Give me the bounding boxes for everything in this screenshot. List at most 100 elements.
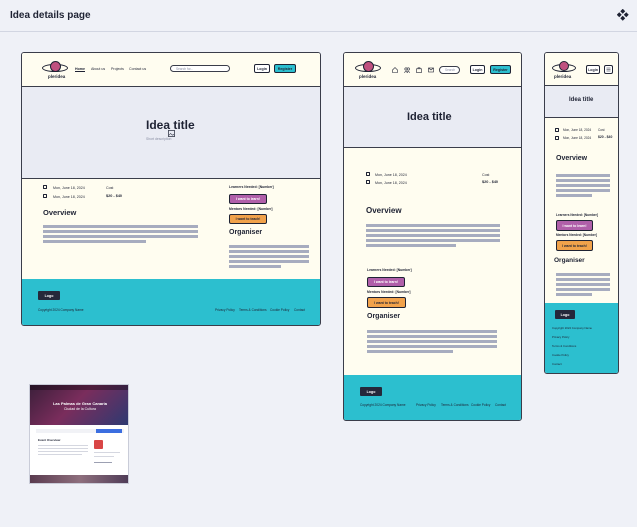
logo-text: pleridea xyxy=(48,74,66,79)
privacy-link[interactable]: Privacy Policy xyxy=(215,308,235,312)
logo-text: pleridea xyxy=(554,74,572,79)
text-placeholder xyxy=(556,288,610,291)
text-placeholder xyxy=(366,244,456,247)
cookie-link[interactable]: Cookie Policy xyxy=(552,353,569,357)
teach-button[interactable]: I want to teach! xyxy=(556,240,593,251)
text-placeholder xyxy=(556,179,610,182)
text-placeholder xyxy=(229,265,281,268)
home-icon[interactable] xyxy=(392,67,398,73)
organiser-heading: Organiser xyxy=(554,257,585,264)
briefcase-icon[interactable] xyxy=(416,67,422,73)
text-placeholder xyxy=(94,452,120,454)
diamond-grid-icon[interactable] xyxy=(617,9,629,21)
text-placeholder xyxy=(367,330,497,333)
reference-thumbnail[interactable]: Las Palmas de Gran Canaria Ciudad de la … xyxy=(29,384,129,484)
thumb-cta xyxy=(96,429,122,433)
text-placeholder xyxy=(366,229,500,232)
nav-projects[interactable]: Projects xyxy=(111,67,124,71)
register-button[interactable]: Register xyxy=(274,64,296,73)
learn-button[interactable]: I want to learn! xyxy=(367,277,405,287)
text-placeholder xyxy=(367,335,497,338)
contact-link[interactable]: Contact xyxy=(495,403,506,407)
cost-range: $20 - $40 xyxy=(598,135,613,139)
terms-link[interactable]: Terms & Conditions xyxy=(552,344,576,348)
footer: Logo Copyright 2024 Company Name Privacy… xyxy=(545,303,618,373)
cookie-link[interactable]: Cookie Policy xyxy=(270,308,289,312)
learners-needed: Learners Needed: [Number] xyxy=(556,213,598,217)
register-button[interactable]: Register xyxy=(490,65,511,74)
desktop-nav: pleridea Home About us Projects Contact … xyxy=(22,53,320,87)
desktop-frame: pleridea Home About us Projects Contact … xyxy=(21,52,321,326)
overview-heading: Overview xyxy=(556,155,588,162)
footer-logo[interactable]: Logo xyxy=(555,310,575,319)
mail-icon[interactable] xyxy=(428,67,434,73)
thumb-footer-image xyxy=(30,475,128,483)
start-date: Mon, June 18, 2024 xyxy=(375,173,407,177)
teach-button[interactable]: I want to teach! xyxy=(229,214,267,224)
nav-home[interactable]: Home xyxy=(75,67,85,72)
learn-button[interactable]: I want to learn! xyxy=(229,194,267,204)
mentors-needed: Mentors Needed: [Number] xyxy=(229,207,273,211)
text-placeholder xyxy=(367,345,497,348)
calendar-icon xyxy=(366,180,370,184)
login-button[interactable]: Login xyxy=(586,65,600,74)
calendar-icon xyxy=(43,194,47,198)
overview-heading: Overview xyxy=(43,208,77,217)
logo-dot-icon xyxy=(50,61,61,72)
logo[interactable]: pleridea xyxy=(355,60,383,82)
terms-link[interactable]: Terms & Conditions xyxy=(239,308,267,312)
logo[interactable]: pleridea xyxy=(42,60,70,82)
thumb-nav xyxy=(30,385,128,390)
text-placeholder xyxy=(94,456,114,458)
learners-needed: Learners Needed: [Number] xyxy=(367,268,412,272)
contact-link[interactable]: Contact xyxy=(294,308,305,312)
cookie-link[interactable]: Cookie Policy xyxy=(471,403,490,407)
menu-icon xyxy=(606,67,611,72)
image-placeholder-icon xyxy=(168,130,175,137)
idea-short-description: Short description xyxy=(146,137,172,141)
tablet-nav: pleridea Search Login Register xyxy=(344,53,521,87)
hero-banner: Idea title Short description xyxy=(22,87,320,179)
text-placeholder xyxy=(556,194,592,197)
text-placeholder xyxy=(43,235,198,238)
text-placeholder xyxy=(43,225,198,228)
nav-about[interactable]: About us xyxy=(91,67,105,71)
hero-banner: Idea title xyxy=(344,87,521,148)
thumb-subtitle: Ciudad de la Cultura xyxy=(64,407,96,411)
calendar-icon xyxy=(366,172,370,176)
text-placeholder xyxy=(229,245,309,248)
start-date: Mon, June 18, 2024 xyxy=(563,128,592,132)
search-placeholder: Search xyxy=(445,68,456,72)
learn-button[interactable]: I want to learn! xyxy=(556,220,593,231)
login-button[interactable]: Login xyxy=(254,64,270,73)
end-date: Mon, June 18, 2024 xyxy=(563,136,592,140)
login-button[interactable]: Login xyxy=(470,65,485,74)
learners-needed: Learners Needed: [Number] xyxy=(229,185,274,189)
footer-logo[interactable]: Logo xyxy=(38,291,60,300)
thumb-organiser-avatar xyxy=(94,440,103,449)
copyright: Copyright 2024 Company Name xyxy=(38,308,84,312)
footer-logo[interactable]: Logo xyxy=(360,387,382,396)
logo[interactable]: pleridea xyxy=(552,60,580,82)
overview-heading: Overview xyxy=(366,206,402,215)
search-input[interactable]: Search xyxy=(439,66,460,74)
people-icon[interactable] xyxy=(404,67,410,73)
hamburger-menu[interactable] xyxy=(604,65,613,74)
text-placeholder xyxy=(367,350,453,353)
search-input[interactable]: Search for... xyxy=(170,65,230,72)
teach-button[interactable]: I want to teach! xyxy=(367,297,406,308)
mentors-needed: Mentors Needed: [Number] xyxy=(367,290,411,294)
text-placeholder xyxy=(43,230,198,233)
idea-title: Idea title xyxy=(569,97,594,103)
privacy-link[interactable]: Privacy Policy xyxy=(416,403,436,407)
text-placeholder xyxy=(229,260,309,263)
text-placeholder xyxy=(556,174,610,177)
idea-title: Idea title xyxy=(407,111,452,123)
text-placeholder xyxy=(229,250,309,253)
nav-contact[interactable]: Contact us xyxy=(129,67,146,71)
terms-link[interactable]: Terms & Conditions xyxy=(441,403,469,407)
contact-link[interactable]: Contact xyxy=(552,362,562,366)
hero-banner: Idea title xyxy=(545,86,618,118)
privacy-link[interactable]: Privacy Policy xyxy=(552,335,569,339)
copyright: Copyright 2024 Company Name xyxy=(552,326,592,330)
